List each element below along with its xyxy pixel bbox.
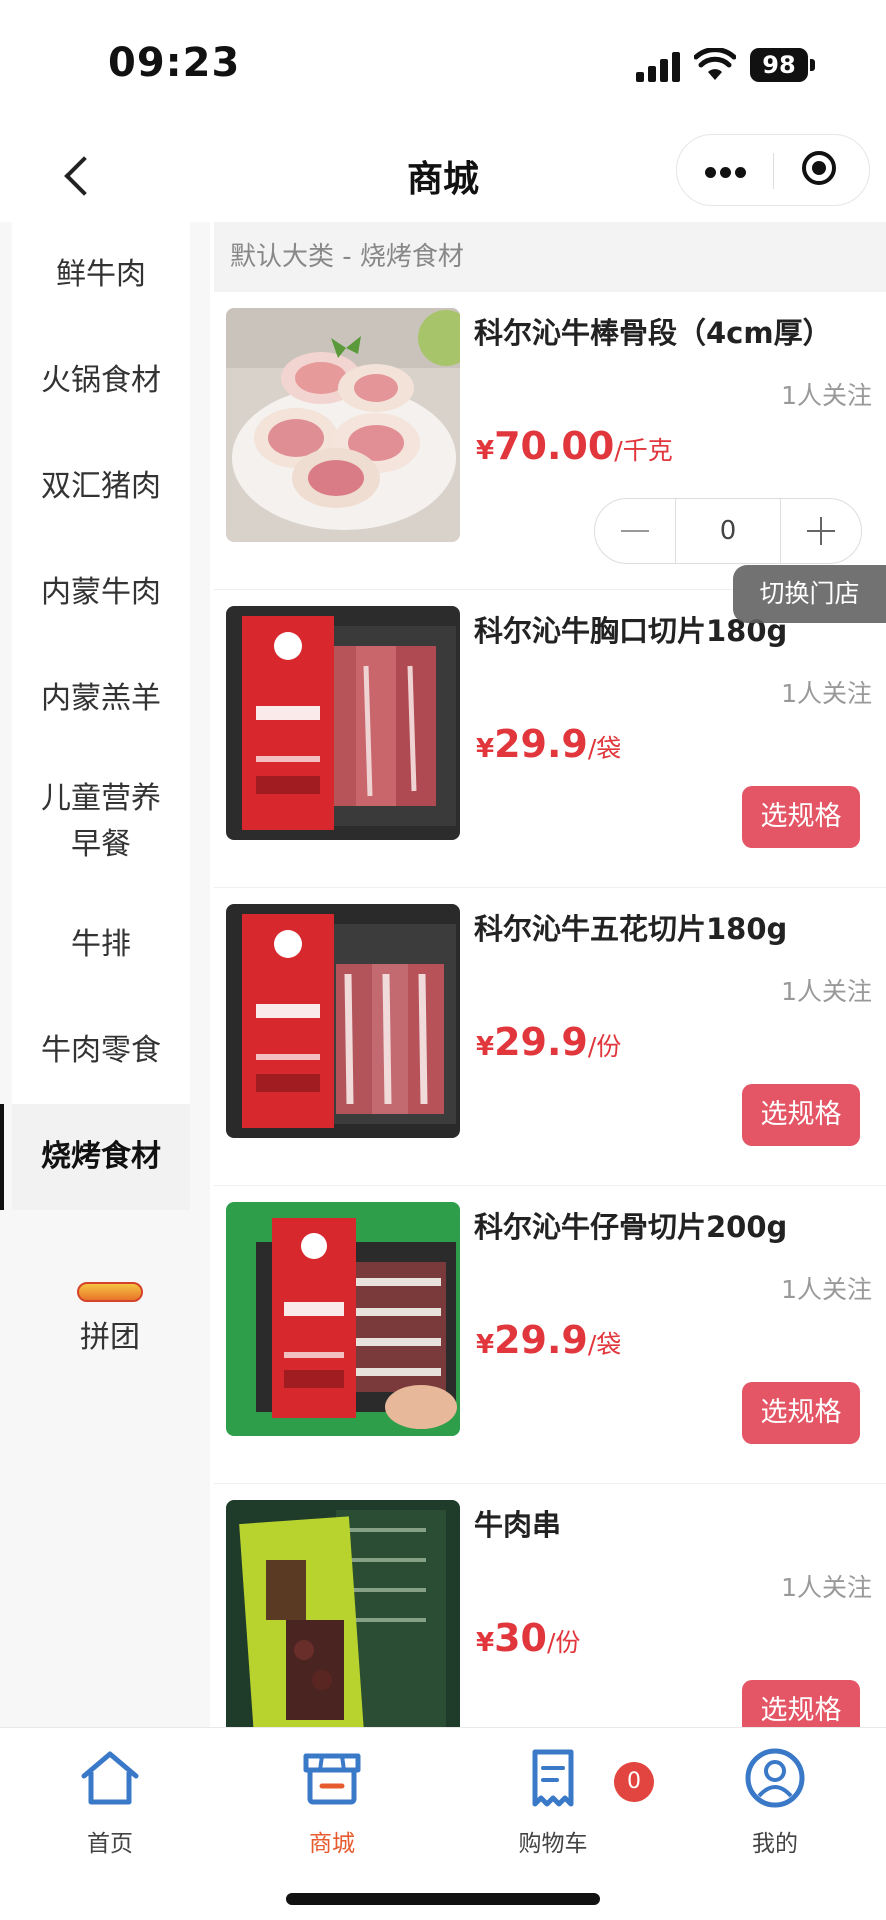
product-price: ¥70.00/千克 — [476, 424, 673, 468]
follow-count: 1人关注 — [781, 679, 872, 708]
group-buy-label: 拼团 — [80, 1320, 140, 1355]
price-unit: /千克 — [614, 436, 673, 465]
follow-count: 1人关注 — [781, 1573, 872, 1602]
sidebar-item-steak[interactable]: 牛排 — [12, 892, 190, 998]
product-name: 牛肉串 — [474, 1508, 562, 1542]
currency-symbol: ¥ — [476, 1330, 495, 1360]
price-value: 30 — [494, 1616, 547, 1660]
tab-mall[interactable]: 商城 — [257, 1738, 407, 1858]
product-name: 科尔沁牛棒骨段（4cm厚） — [474, 316, 832, 350]
price-unit: /份 — [546, 1628, 581, 1657]
tab-home[interactable]: 首页 — [35, 1738, 185, 1858]
decrease-button[interactable] — [595, 499, 675, 563]
tab-bar: 首页 商城 购物车 我的 — [0, 1727, 886, 1920]
price-value: 29.9 — [494, 1020, 588, 1064]
tab-me[interactable]: 我的 — [700, 1738, 850, 1858]
sidebar-item-kids-breakfast[interactable]: 儿童营养 早餐 — [12, 752, 190, 892]
signal-icon — [636, 52, 682, 82]
more-icon[interactable] — [677, 135, 773, 207]
tab-label: 我的 — [752, 1831, 798, 1857]
miniprogram-capsule — [676, 134, 870, 206]
category-sidebar: 鲜牛肉 火锅食材 双汇猪肉 内蒙牛肉 内蒙羔羊 儿童营养 早餐 牛排 牛肉零食 … — [0, 222, 210, 1727]
category-list: 鲜牛肉 火锅食材 双汇猪肉 内蒙牛肉 内蒙羔羊 儿童营养 早餐 牛排 牛肉零食 … — [0, 222, 190, 1210]
user-icon — [745, 1748, 805, 1808]
sidebar-item-fresh-beef[interactable]: 鲜牛肉 — [12, 222, 190, 328]
product-item[interactable]: 科尔沁牛胸口切片180g 1人关注 ¥29.9/袋 选规格 — [214, 590, 886, 888]
price-unit: /份 — [587, 1032, 622, 1061]
battery-tip — [810, 59, 815, 71]
sidebar-item-lamb[interactable]: 内蒙羔羊 — [12, 646, 190, 752]
tab-label: 首页 — [87, 1831, 133, 1857]
follow-count: 1人关注 — [781, 1275, 872, 1304]
close-miniprogram-icon[interactable] — [774, 135, 870, 207]
currency-symbol: ¥ — [476, 734, 495, 764]
tab-label: 购物车 — [518, 1831, 588, 1857]
quantity-stepper: 0 — [594, 498, 862, 564]
product-item[interactable]: 科尔沁牛棒骨段（4cm厚） 1人关注 ¥70.00/千克 0 — [214, 292, 886, 590]
price-unit: /袋 — [587, 734, 622, 763]
tab-cart[interactable]: 购物车 — [478, 1738, 628, 1858]
follow-count: 1人关注 — [781, 381, 872, 410]
price-value: 29.9 — [494, 722, 588, 766]
currency-symbol: ¥ — [476, 436, 495, 466]
back-button[interactable] — [50, 148, 106, 204]
price-unit: /袋 — [587, 1330, 622, 1359]
sidebar-item-bbq[interactable]: 烧烤食材 — [0, 1104, 190, 1210]
product-item[interactable]: 牛肉串 1人关注 ¥30/份 选规格 — [214, 1484, 886, 1727]
nav-bar: 商城 — [0, 130, 886, 222]
home-indicator — [286, 1893, 600, 1905]
product-list: 默认大类 - 烧烤食材 科尔沁牛棒骨段（4cm厚） 1人关注 ¥70.00/千克… — [214, 222, 886, 1727]
select-spec-button[interactable]: 选规格 — [742, 1382, 860, 1444]
price-value: 70.00 — [494, 424, 615, 468]
product-item[interactable]: 科尔沁牛五花切片180g 1人关注 ¥29.9/份 选规格 — [214, 888, 886, 1186]
quantity-value[interactable]: 0 — [675, 499, 781, 563]
group-buy-entry[interactable]: 拼团 — [20, 1282, 200, 1356]
status-bar: 09:23 98 — [0, 0, 886, 130]
sidebar-item-pork[interactable]: 双汇猪肉 — [12, 434, 190, 540]
tab-label: 商城 — [309, 1831, 355, 1857]
receipt-icon — [532, 1749, 574, 1807]
cart-count-badge: 0 — [614, 1762, 654, 1802]
product-price: ¥29.9/袋 — [476, 722, 621, 766]
follow-count: 1人关注 — [781, 977, 872, 1006]
product-name: 科尔沁牛五花切片180g — [474, 912, 788, 946]
product-image[interactable] — [226, 308, 460, 542]
currency-symbol: ¥ — [476, 1032, 495, 1062]
product-item[interactable]: 科尔沁牛仔骨切片200g 1人关注 ¥29.9/袋 选规格 — [214, 1186, 886, 1484]
breadcrumb: 默认大类 - 烧烤食材 — [214, 222, 886, 292]
sidebar-item-inner-mongolia-beef[interactable]: 内蒙牛肉 — [12, 540, 190, 646]
product-price: ¥29.9/袋 — [476, 1318, 621, 1362]
switch-store-button[interactable]: 切换门店 — [733, 565, 886, 623]
wifi-icon — [694, 48, 736, 80]
select-spec-button[interactable]: 选规格 — [742, 1680, 860, 1727]
product-name: 科尔沁牛仔骨切片200g — [474, 1210, 788, 1244]
price-value: 29.9 — [494, 1318, 588, 1362]
product-image[interactable] — [226, 606, 460, 840]
store-icon — [303, 1753, 361, 1805]
product-image[interactable] — [226, 1500, 460, 1727]
product-image[interactable] — [226, 1202, 460, 1436]
product-price: ¥29.9/份 — [476, 1020, 621, 1064]
battery-indicator: 98 — [750, 48, 808, 82]
increase-button[interactable] — [781, 499, 861, 563]
select-spec-button[interactable]: 选规格 — [742, 786, 860, 848]
home-icon — [81, 1751, 139, 1805]
sidebar-item-hotpot[interactable]: 火锅食材 — [12, 328, 190, 434]
product-price: ¥30/份 — [476, 1616, 580, 1660]
product-image[interactable] — [226, 904, 460, 1138]
select-spec-button[interactable]: 选规格 — [742, 1084, 860, 1146]
sidebar-item-beef-snacks[interactable]: 牛肉零食 — [12, 998, 190, 1104]
currency-symbol: ¥ — [476, 1628, 495, 1658]
status-time: 09:23 — [108, 40, 241, 86]
group-buy-badge-icon — [77, 1282, 143, 1302]
